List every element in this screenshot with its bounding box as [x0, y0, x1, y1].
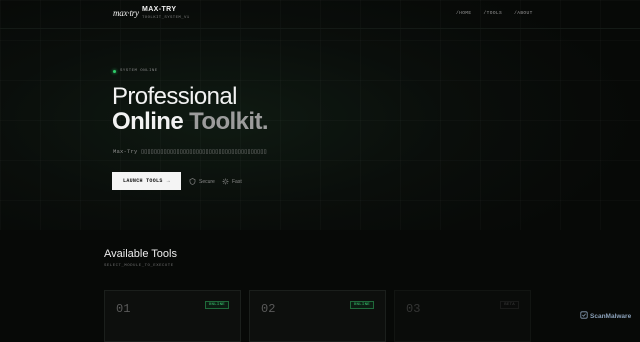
navbar: max·try MAX-TRY TOOLKIT_SYSTEM_V1 /HOME … — [0, 0, 640, 29]
launch-tools-label: LAUNCH TOOLS — [123, 178, 163, 184]
logo[interactable]: max·try — [113, 8, 139, 18]
brand-title: MAX-TRY — [142, 6, 177, 13]
watermark-text: ScanMalware — [590, 312, 632, 320]
nav-home-link[interactable]: /HOME — [456, 11, 472, 16]
system-status: SYSTEM ONLINE — [113, 69, 158, 73]
launch-tools-button[interactable]: LAUNCH TOOLS → — [112, 172, 181, 190]
headline-line-1: Professional — [112, 83, 237, 110]
tool-card-02[interactable]: 02 ONLINE — [249, 290, 386, 342]
section-subtitle: SELECT_MODULE_TO_EXECUTE — [104, 264, 174, 268]
nav-links: /HOME /TOOLS /ABOUT — [456, 11, 533, 16]
nav-about-link[interactable]: /ABOUT — [514, 11, 533, 16]
feature-secure-label: Secure — [199, 178, 215, 185]
feature-fast-label: Fast — [232, 178, 242, 185]
arrow-right-icon: → — [166, 178, 170, 184]
headline-line-2: Online Toolkit. — [112, 108, 269, 135]
zap-icon — [222, 178, 229, 185]
status-text: SYSTEM ONLINE — [120, 69, 158, 73]
headline-dim-word: Toolkit. — [189, 108, 268, 135]
tool-card-number: 02 — [261, 302, 276, 316]
status-badge: BETA — [500, 301, 519, 309]
tool-card-number: 03 — [406, 302, 421, 316]
scan-logo-icon — [580, 311, 588, 321]
hero-description: Max-Try ▯▯▯▯▯▯▯▯▯▯▯▯▯▯▯▯▯▯▯▯▯▯▯▯▯▯▯▯▯▯▯▯… — [113, 148, 267, 155]
feature-secure: Secure — [189, 178, 215, 185]
status-dot-icon — [113, 69, 116, 73]
headline-strong-word: Online — [112, 108, 184, 135]
tool-card-number: 01 — [116, 302, 131, 316]
tool-card-03[interactable]: 03 BETA — [394, 290, 531, 342]
feature-fast: Fast — [222, 178, 242, 185]
tool-card-01[interactable]: 01 ONLINE — [104, 290, 241, 342]
brand-subtitle: TOOLKIT_SYSTEM_V1 — [142, 16, 190, 20]
section-title: Available Tools — [104, 248, 177, 260]
status-badge: ONLINE — [204, 301, 229, 309]
status-badge: ONLINE — [349, 301, 374, 309]
shield-icon — [189, 178, 196, 185]
watermark: ScanMalware — [580, 311, 631, 321]
nav-tools-link[interactable]: /TOOLS — [484, 11, 503, 16]
grid-overlay — [0, 0, 640, 230]
